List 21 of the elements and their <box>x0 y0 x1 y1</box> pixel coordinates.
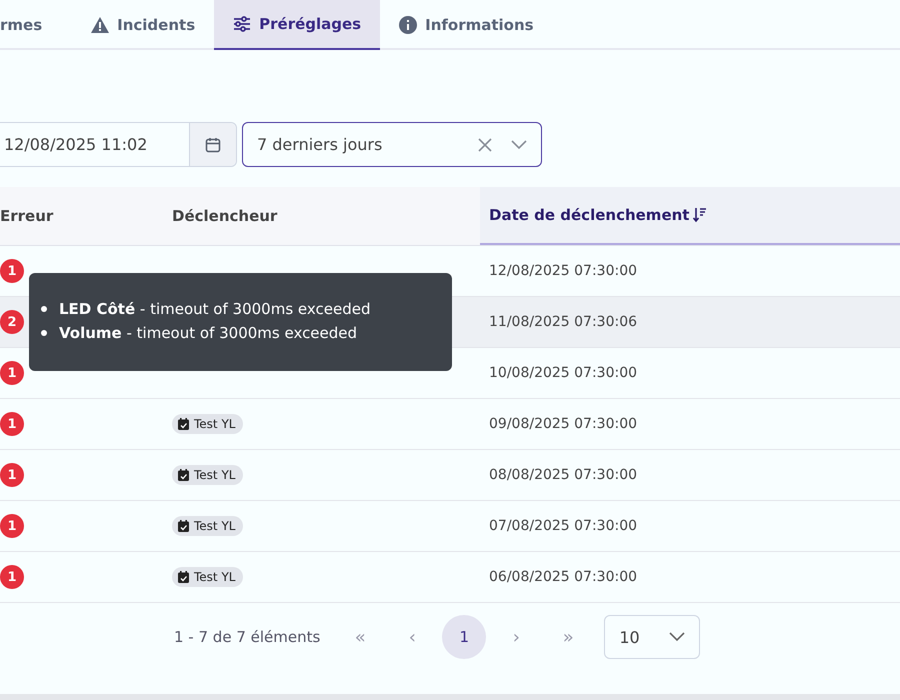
date-text: 10/08/2025 07:30:00 <box>489 365 638 381</box>
error-count-badge: 1 <box>0 259 24 283</box>
date-text: 09/08/2025 07:30:00 <box>489 416 638 432</box>
error-count-badge: 2 <box>0 310 24 334</box>
trigger-tag: Test YL <box>172 567 244 587</box>
error-count-badge: 1 <box>0 463 24 487</box>
date-text: 06/08/2025 07:30:00 <box>489 569 638 585</box>
trigger-tag: Test YL <box>172 414 244 434</box>
error-message: Volume - timeout of 3000ms exceeded <box>58 323 358 344</box>
trigger-tag: Test YL <box>172 465 244 485</box>
error-count-badge: 1 <box>0 514 24 538</box>
error-count-badge: 1 <box>0 361 24 385</box>
date-text: 11/08/2025 07:30:06 <box>489 314 638 330</box>
pagination-summary: 1 - 7 de 7 éléments <box>174 628 320 646</box>
date-text: 07/08/2025 07:30:00 <box>489 518 638 534</box>
error-count-badge: 1 <box>0 412 24 436</box>
date-text: 12/08/2025 07:30:00 <box>489 263 638 279</box>
trigger-tag: Test YL <box>172 516 244 536</box>
date-text: 08/08/2025 07:30:00 <box>489 467 638 483</box>
error-count-badge: 1 <box>0 565 24 589</box>
error-message: LED Côté - timeout of 3000ms exceeded <box>58 299 372 320</box>
